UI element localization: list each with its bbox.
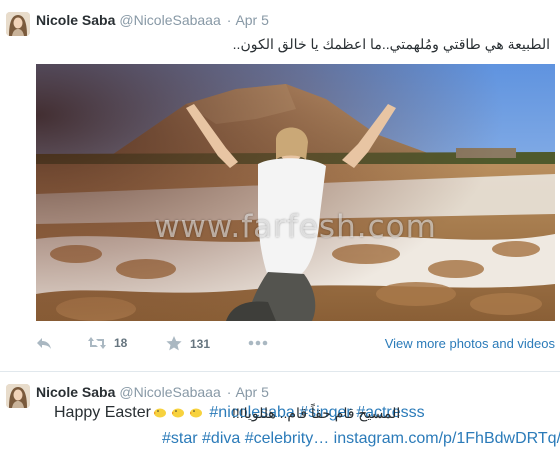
chick-emoji-icon xyxy=(187,404,205,421)
retweet-count: 18 xyxy=(114,336,128,350)
avatar[interactable] xyxy=(6,12,30,36)
more-dots-icon xyxy=(248,340,268,346)
favorite-count: 131 xyxy=(190,336,211,351)
favorite-button[interactable]: 131 xyxy=(166,336,210,351)
tweet-header: Nicole Saba @NicoleSabaaa · Apr 5 xyxy=(36,384,269,400)
instagram-link[interactable]: instagram.com/p/1FhBdwDRTq/ xyxy=(334,430,560,447)
tweet-photo[interactable]: www.farfesh.com xyxy=(36,64,555,321)
tweet: Nicole Saba @NicoleSabaaa · Apr 5 Happy Eas… xyxy=(0,372,560,458)
header-separator: · xyxy=(226,12,232,28)
hashtag-link[interactable]: #star xyxy=(162,430,198,447)
tweet-date[interactable]: Apr 5 xyxy=(235,12,268,28)
display-name[interactable]: Nicole Saba xyxy=(36,384,115,400)
hashtag-link[interactable]: #diva xyxy=(202,430,240,447)
retweet-button[interactable]: 18 xyxy=(88,336,127,350)
avatar[interactable] xyxy=(6,384,30,408)
chick-emoji-icon xyxy=(169,404,187,421)
tweet-header: Nicole Saba @NicoleSabaaa · Apr 5 xyxy=(36,12,269,28)
retweet-icon xyxy=(88,337,106,349)
display-name[interactable]: Nicole Saba xyxy=(36,12,115,28)
view-more-photos-link[interactable]: View more photos and videos xyxy=(385,336,555,351)
photo-watermark: www.farfesh.com xyxy=(154,209,437,245)
reply-button[interactable] xyxy=(36,336,52,350)
header-separator: · xyxy=(226,384,232,400)
reply-icon xyxy=(37,338,51,349)
tweet: Nicole Saba @NicoleSabaaa · Apr 5 الطبيعة ه… xyxy=(0,0,560,372)
more-button[interactable] xyxy=(248,340,268,346)
chick-emoji-icon xyxy=(151,404,169,421)
user-handle[interactable]: @NicoleSabaaa xyxy=(119,384,220,400)
star-icon xyxy=(166,336,182,351)
hashtag-link[interactable]: #celebrity… xyxy=(245,430,329,447)
tweet-text-ltr: Happy Easter xyxy=(54,404,151,421)
tweet-text-line-2: #star #diva #celebrity… instagram.com/p/… xyxy=(162,430,560,448)
photo-scene xyxy=(36,64,555,321)
tweet-date[interactable]: Apr 5 xyxy=(235,384,268,400)
tweet-text-rtl: المسيح قام حقاً قام.. هللويا!!! xyxy=(232,405,401,421)
tweet-text: الطبيعة هي طاقتي ومُلهمتي..ما اعظمك يا خ… xyxy=(232,36,550,52)
user-handle[interactable]: @NicoleSabaaa xyxy=(119,12,220,28)
